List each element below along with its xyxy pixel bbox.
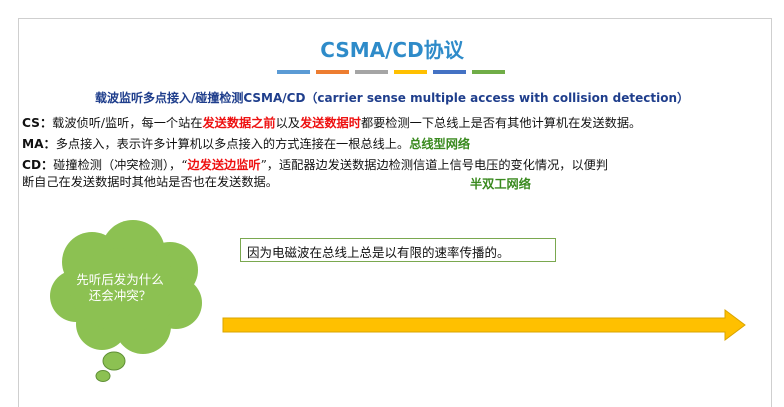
slide: CSMA/CD协议 载波监听多点接入/碰撞检测CSMA/CD（carrier s… <box>0 0 784 407</box>
thought-bubble <box>50 220 202 382</box>
thought-bubble-text: 先听后发为什么 还会冲突？ <box>62 272 178 304</box>
cs-text-2: 以及 <box>275 116 300 130</box>
color-bar-3 <box>355 70 388 74</box>
color-bar-4 <box>394 70 427 74</box>
right-arrow-shape <box>222 309 746 341</box>
cd-text-2: ”，适配器边发送数据边检测信道上信号电压的变化情况，以便判 <box>260 158 609 172</box>
color-bar-6 <box>472 70 505 74</box>
color-bar-1 <box>277 70 310 74</box>
right-arrow <box>222 309 746 341</box>
color-bar-5 <box>433 70 466 74</box>
thought-bubble-line-2: 还会冲突？ <box>88 288 152 303</box>
slide-border-right <box>771 18 772 407</box>
color-bar-2 <box>316 70 349 74</box>
cs-highlight-2: 发送数据时 <box>300 116 361 130</box>
cs-text-3: 都要检测一下总线上是否有其他计算机在发送数据。 <box>360 116 642 130</box>
explanation-note: 因为电磁波在总线上总是以有限的速率传播的。 <box>240 238 556 262</box>
subtitle-en: CSMA/CD（carrier sense multiple access wi… <box>243 91 689 105</box>
ma-highlight: 总线型网络 <box>409 137 471 151</box>
thought-bubble-dot-small <box>95 370 111 382</box>
thought-bubble-dot-large <box>102 351 126 371</box>
cd-green-label: 半双工网络 <box>470 177 531 191</box>
thought-bubble-line-1: 先听后发为什么 <box>76 272 164 287</box>
